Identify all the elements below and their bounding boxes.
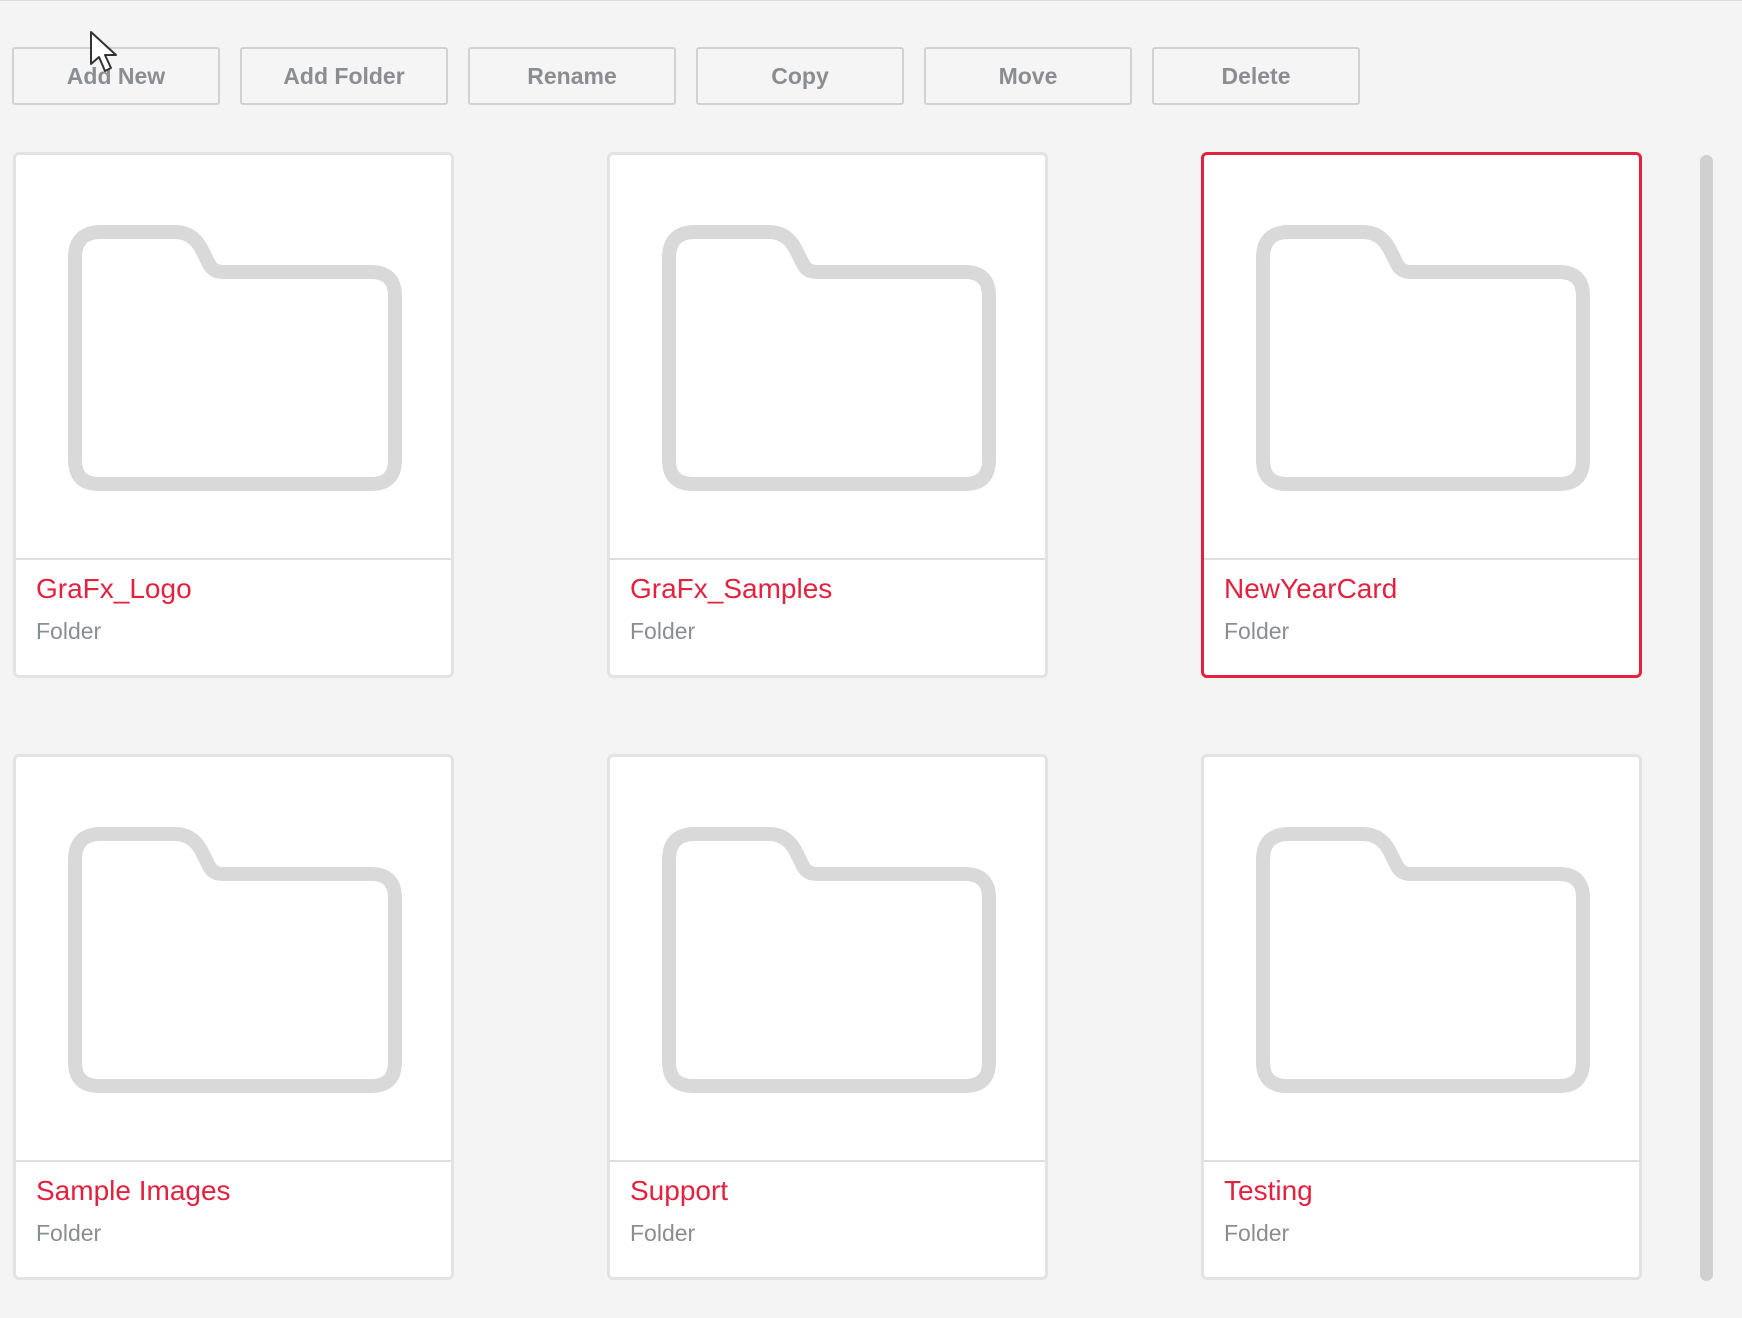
folder-icon bbox=[68, 827, 402, 1093]
folder-icon bbox=[68, 225, 402, 491]
folder-icon bbox=[1256, 827, 1590, 1093]
folder-card[interactable]: Sample Images Folder bbox=[13, 754, 454, 1280]
folder-name: Testing bbox=[1224, 1175, 1313, 1206]
move-button[interactable]: Move bbox=[924, 47, 1132, 105]
folder-preview bbox=[1204, 757, 1639, 1162]
folder-card[interactable]: GraFx_Samples Folder bbox=[607, 152, 1048, 678]
copy-button[interactable]: Copy bbox=[696, 47, 904, 105]
folder-preview bbox=[610, 155, 1045, 560]
folder-preview bbox=[1204, 155, 1639, 560]
folder-name: Sample Images bbox=[36, 1175, 231, 1206]
add-new-button[interactable]: Add New bbox=[12, 47, 220, 105]
rename-button[interactable]: Rename bbox=[468, 47, 676, 105]
folder-type: Folder bbox=[36, 1220, 102, 1246]
folder-icon bbox=[662, 827, 996, 1093]
folder-preview bbox=[610, 757, 1045, 1162]
folder-type: Folder bbox=[1224, 1220, 1290, 1246]
folder-name: GraFx_Samples bbox=[630, 573, 833, 604]
folder-card[interactable]: Support Folder bbox=[607, 754, 1048, 1280]
folder-card[interactable]: NewYearCard Folder bbox=[1201, 152, 1642, 678]
folder-preview bbox=[16, 757, 451, 1162]
delete-button[interactable]: Delete bbox=[1152, 47, 1360, 105]
folder-icon bbox=[662, 225, 996, 491]
folder-name: GraFx_Logo bbox=[36, 573, 192, 604]
folder-name: NewYearCard bbox=[1224, 573, 1398, 604]
folder-type: Folder bbox=[630, 618, 696, 644]
folder-type: Folder bbox=[1224, 618, 1290, 644]
folder-name: Support bbox=[630, 1175, 729, 1206]
scrollbar[interactable] bbox=[1700, 155, 1713, 1281]
toolbar: Add New Add Folder Rename Copy Move Dele… bbox=[12, 47, 1360, 105]
folder-type: Folder bbox=[36, 618, 102, 644]
folder-card[interactable]: GraFx_Logo Folder bbox=[13, 152, 454, 678]
folder-card[interactable]: Testing Folder bbox=[1201, 754, 1642, 1280]
folder-grid: GraFx_Logo Folder GraFx_Samples Folder N… bbox=[13, 152, 1642, 1280]
top-divider bbox=[0, 0, 1742, 1]
folder-type: Folder bbox=[630, 1220, 696, 1246]
folder-preview bbox=[16, 155, 451, 560]
add-folder-button[interactable]: Add Folder bbox=[240, 47, 448, 105]
folder-icon bbox=[1256, 225, 1590, 491]
